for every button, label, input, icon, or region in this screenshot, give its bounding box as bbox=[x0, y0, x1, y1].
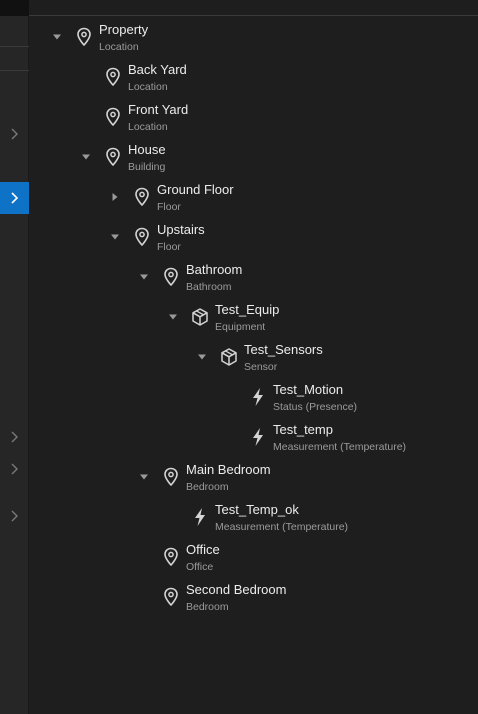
model-tree: Property Location Back Yard Location Front Y… bbox=[29, 17, 478, 714]
tree-item-type: Bedroom bbox=[186, 481, 229, 493]
tree-item-label: Test_Sensors bbox=[244, 342, 323, 357]
tree-item-type: Measurement (Temperature) bbox=[215, 521, 349, 533]
tree-item-type: Sensor bbox=[244, 361, 278, 373]
caret-down-icon[interactable] bbox=[109, 231, 121, 243]
tree-item-test-equip[interactable]: Test_Equip Equipment bbox=[29, 297, 478, 337]
tree-item-type: Bathroom bbox=[186, 281, 232, 293]
tree-item-type: Bedroom bbox=[186, 601, 229, 613]
rail-expand-chevron-icon[interactable] bbox=[0, 426, 29, 448]
location-pin-icon bbox=[103, 146, 123, 168]
tree-item-label: Second Bedroom bbox=[186, 582, 287, 597]
tree-item-test-temp[interactable]: Test_temp Measurement (Temperature) bbox=[29, 417, 478, 457]
location-pin-icon bbox=[161, 266, 181, 288]
rail-divider bbox=[0, 46, 29, 47]
tree-item-office[interactable]: Office Office bbox=[29, 537, 478, 577]
box-icon bbox=[219, 346, 239, 368]
caret-down-icon[interactable] bbox=[51, 31, 63, 43]
tree-item-upstairs[interactable]: Upstairs Floor bbox=[29, 217, 478, 257]
location-pin-icon bbox=[103, 66, 123, 88]
rail-expand-chevron-icon[interactable] bbox=[0, 123, 29, 145]
tree-item-test-temp-ok[interactable]: Test_Temp_ok Measurement (Temperature) bbox=[29, 497, 478, 537]
tree-item-label: Office bbox=[186, 542, 220, 557]
location-pin-icon bbox=[132, 226, 152, 248]
lightning-icon bbox=[248, 426, 268, 448]
tree-item-label: Test_temp bbox=[273, 422, 333, 437]
tree-item-type: Location bbox=[99, 41, 139, 53]
lightning-icon bbox=[190, 506, 210, 528]
lightning-icon bbox=[248, 386, 268, 408]
tree-item-label: Front Yard bbox=[128, 102, 189, 117]
tree-item-second-bedroom[interactable]: Second Bedroom Bedroom bbox=[29, 577, 478, 617]
box-icon bbox=[190, 306, 210, 328]
rail-expand-chevron-icon[interactable] bbox=[0, 505, 29, 527]
tree-item-type: Floor bbox=[157, 201, 181, 213]
tree-item-label: Upstairs bbox=[157, 222, 205, 237]
location-pin-icon bbox=[161, 466, 181, 488]
tree-item-type: Office bbox=[186, 561, 214, 573]
tree-item-type: Floor bbox=[157, 241, 181, 253]
left-rail bbox=[0, 0, 29, 714]
tree-item-ground-floor[interactable]: Ground Floor Floor bbox=[29, 177, 478, 217]
tree-item-test-sensors[interactable]: Test_Sensors Sensor bbox=[29, 337, 478, 377]
panel-header-strip bbox=[29, 0, 478, 16]
tree-item-back-yard[interactable]: Back Yard Location bbox=[29, 57, 478, 97]
tree-item-type: Building bbox=[128, 161, 166, 173]
tree-item-house[interactable]: House Building bbox=[29, 137, 478, 177]
tree-item-front-yard[interactable]: Front Yard Location bbox=[29, 97, 478, 137]
tree-item-label: Main Bedroom bbox=[186, 462, 271, 477]
location-pin-icon bbox=[74, 26, 94, 48]
location-pin-icon bbox=[161, 546, 181, 568]
tree-item-label: Test_Motion bbox=[273, 382, 344, 397]
tree-item-type: Location bbox=[128, 81, 168, 93]
rail-top-bar bbox=[0, 0, 29, 16]
tree-item-label: Property bbox=[99, 22, 149, 37]
caret-down-icon[interactable] bbox=[167, 311, 179, 323]
rail-active-chevron-icon[interactable] bbox=[0, 182, 29, 214]
tree-item-label: Ground Floor bbox=[157, 182, 234, 197]
tree-item-label: Back Yard bbox=[128, 62, 187, 77]
tree-item-label: Test_Temp_ok bbox=[215, 502, 299, 517]
rail-divider bbox=[0, 70, 29, 71]
location-pin-icon bbox=[161, 586, 181, 608]
caret-right-icon[interactable] bbox=[109, 191, 121, 203]
tree-item-bathroom[interactable]: Bathroom Bathroom bbox=[29, 257, 478, 297]
tree-item-type: Measurement (Temperature) bbox=[273, 441, 407, 453]
tree-item-label: Test_Equip bbox=[215, 302, 280, 317]
tree-item-label: Bathroom bbox=[186, 262, 243, 277]
tree-item-label: House bbox=[128, 142, 166, 157]
tree-item-type: Status (Presence) bbox=[273, 401, 358, 413]
tree-item-type: Location bbox=[128, 121, 168, 133]
caret-down-icon[interactable] bbox=[196, 351, 208, 363]
caret-down-icon[interactable] bbox=[138, 271, 150, 283]
location-pin-icon bbox=[132, 186, 152, 208]
rail-expand-chevron-icon[interactable] bbox=[0, 458, 29, 480]
caret-down-icon[interactable] bbox=[138, 471, 150, 483]
location-pin-icon bbox=[103, 106, 123, 128]
tree-item-type: Equipment bbox=[215, 321, 266, 333]
tree-item-main-bedroom[interactable]: Main Bedroom Bedroom bbox=[29, 457, 478, 497]
caret-down-icon[interactable] bbox=[80, 151, 92, 163]
tree-item-property[interactable]: Property Location bbox=[29, 17, 478, 57]
tree-item-test-motion[interactable]: Test_Motion Status (Presence) bbox=[29, 377, 478, 417]
